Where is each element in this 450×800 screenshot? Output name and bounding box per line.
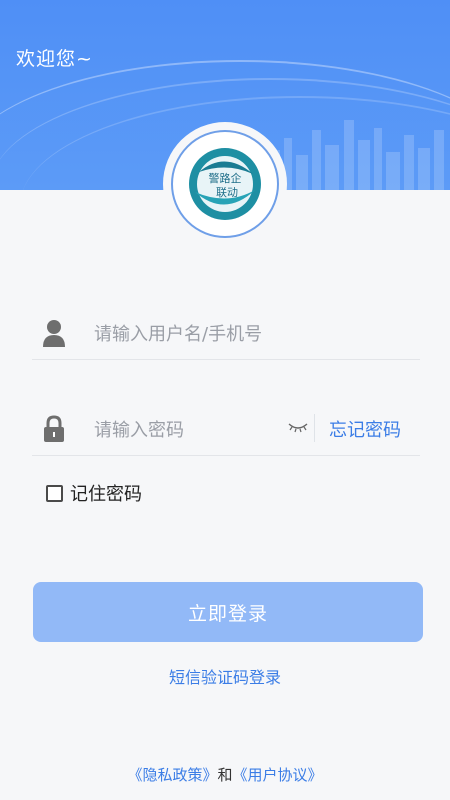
field-divider xyxy=(314,414,315,442)
footer-agreements: 《隐私政策》和《用户协议》 xyxy=(0,764,450,785)
app-logo: 警路企 联动 xyxy=(171,130,279,238)
forgot-password-link[interactable]: 忘记密码 xyxy=(329,416,401,442)
username-field[interactable]: 请输入用户名/手机号 xyxy=(32,308,420,360)
lock-icon xyxy=(44,415,64,442)
logo-text-top: 警路企 xyxy=(209,171,242,185)
login-button[interactable]: 立即登录 xyxy=(33,582,423,642)
logo-text-bottom: 联动 xyxy=(216,186,238,199)
user-icon xyxy=(43,320,65,347)
logo-emblem-icon: 警路企 联动 xyxy=(189,148,261,220)
login-page: 欢迎您~ 警路企 联动 请输入用户名/手机号 请输入密码 忘记密码 记住密码 立… xyxy=(0,0,450,800)
password-input[interactable]: 请输入密码 xyxy=(94,416,184,442)
sms-login-link[interactable]: 短信验证码登录 xyxy=(0,664,450,688)
remember-password[interactable]: 记住密码 xyxy=(46,480,142,506)
footer-connector: 和 xyxy=(217,766,233,784)
user-agreement-link[interactable]: 《用户协议》 xyxy=(233,766,323,784)
remember-password-checkbox[interactable] xyxy=(46,484,63,502)
eye-closed-icon[interactable] xyxy=(288,420,308,434)
username-input[interactable]: 请输入用户名/手机号 xyxy=(94,320,262,346)
privacy-policy-link[interactable]: 《隐私政策》 xyxy=(127,766,217,784)
password-field[interactable]: 请输入密码 忘记密码 xyxy=(32,404,420,456)
remember-password-label: 记住密码 xyxy=(70,484,142,505)
welcome-title: 欢迎您~ xyxy=(16,48,93,70)
